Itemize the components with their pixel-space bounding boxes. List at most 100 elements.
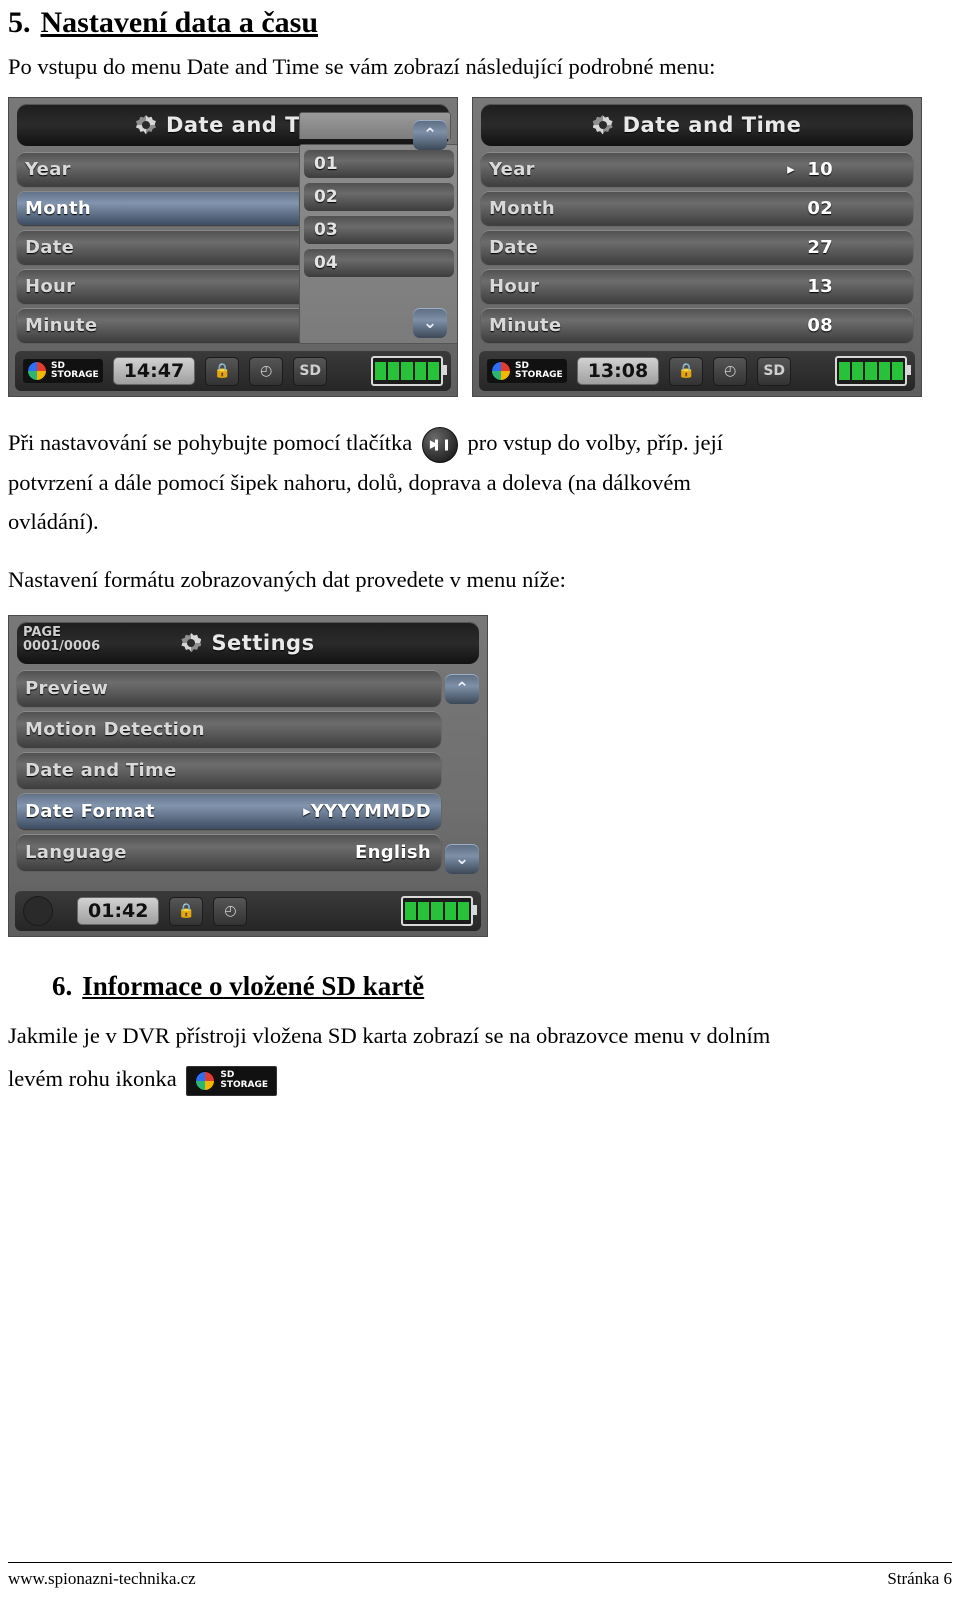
menu-row-minute-right[interactable]: Minute 08 bbox=[481, 308, 913, 343]
timer-icon: ◴ bbox=[713, 356, 748, 386]
sd-disc-icon bbox=[491, 361, 511, 382]
menu-row-value: 10 bbox=[807, 158, 833, 180]
section-6-heading: 6. Informace o vložené SD kartě bbox=[8, 971, 948, 1002]
footer-website: www.spionazni-technika.cz bbox=[8, 1569, 196, 1588]
popup-item[interactable]: 04 bbox=[304, 248, 454, 278]
battery-icon bbox=[401, 896, 477, 927]
status-bar-left: SD STORAGE 14:47 🔒 ◴ SD bbox=[15, 351, 451, 392]
menu-row-label: Language bbox=[25, 841, 127, 863]
menu-row-label: Month bbox=[489, 197, 556, 219]
section-5-heading: 5. Nastavení data a času bbox=[8, 6, 948, 41]
menu-row-language[interactable]: Language English bbox=[17, 834, 441, 871]
title-bar-right: Date and Time bbox=[481, 104, 913, 147]
menu-row-label: Preview bbox=[25, 677, 109, 699]
menu-row-year-right[interactable]: Year ▸ 10 bbox=[481, 152, 913, 187]
sd-card-icon: SD bbox=[757, 356, 792, 386]
sd-storage-label-line2: STORAGE bbox=[220, 1079, 269, 1090]
sd-storage-badge: SD STORAGE bbox=[487, 359, 567, 384]
lock-icon: 🔒 bbox=[205, 356, 240, 386]
page-footer: www.spionazni-technika.cz Stránka 6 bbox=[8, 1562, 952, 1589]
menu-row-hour-right[interactable]: Hour 13 bbox=[481, 269, 913, 304]
menu-row-date-format[interactable]: Date Format ▸ YYYYMMDD bbox=[17, 793, 441, 830]
section-6-title: Informace o vložené SD kartě bbox=[82, 971, 425, 1002]
scroll-up-icon[interactable]: ⌃ bbox=[413, 120, 447, 151]
sd-storage-label-line2: STORAGE bbox=[515, 370, 563, 381]
menu-row-motion-detection[interactable]: Motion Detection bbox=[17, 711, 441, 748]
section-6-line-2-wrapper: levém rohu ikonka SD STORAGE bbox=[8, 1063, 948, 1096]
menu-row-value: English bbox=[355, 841, 431, 863]
scroll-up-icon[interactable]: ⌃ bbox=[445, 674, 479, 705]
menu-row-label: Year bbox=[25, 158, 71, 180]
status-bar-settings: 01:42 🔒 ◴ bbox=[15, 891, 481, 932]
date-and-time-menu-right: Date and Time Year ▸ 10 Month 02 Date 27 bbox=[472, 97, 922, 398]
lock-icon: 🔒 bbox=[669, 356, 704, 386]
scroll-down-icon[interactable]: ⌄ bbox=[445, 844, 479, 875]
menu-row-date-right[interactable]: Date 27 bbox=[481, 230, 913, 265]
scroll-down-icon[interactable]: ⌄ bbox=[413, 308, 447, 339]
middle-instructions: Při nastavování se pohybujte pomocí tlač… bbox=[8, 423, 948, 599]
sd-storage-label-line2: STORAGE bbox=[51, 370, 99, 381]
sd-disc-icon bbox=[27, 361, 47, 382]
section-5-number: 5. bbox=[8, 6, 31, 39]
menu-row-label: Date and Time bbox=[25, 759, 177, 781]
instruction-line-1: Při nastavování se pohybujte pomocí tlač… bbox=[8, 423, 948, 463]
record-indicator-icon bbox=[23, 896, 53, 927]
menu-row-label: Hour bbox=[489, 275, 540, 297]
timer-icon: ◴ bbox=[213, 896, 248, 926]
page-indicator: PAGE 0001/0006 bbox=[23, 626, 100, 653]
instruction-line-1-part-2: pro vstup do volby, příp. její bbox=[467, 430, 723, 456]
status-clock-settings: 01:42 bbox=[77, 897, 160, 926]
menu-title-settings: Settings bbox=[211, 631, 315, 656]
caret-right-icon: ▸ bbox=[787, 160, 795, 179]
sd-storage-label: SD STORAGE bbox=[51, 361, 99, 381]
popup-item[interactable]: 03 bbox=[304, 215, 454, 245]
document-page: 5. Nastavení data a času Po vstupu do me… bbox=[0, 0, 960, 1599]
menu-row-value: 02 bbox=[807, 197, 833, 219]
instruction-line-2: potvrzení a dále pomocí šipek nahoru, do… bbox=[8, 469, 691, 495]
instruction-line-3: ovládání). bbox=[8, 509, 99, 535]
gear-icon bbox=[136, 115, 156, 135]
menu-title-right: Date and Time bbox=[622, 113, 802, 138]
sd-disc-icon bbox=[195, 1070, 216, 1091]
menu-row-label: Motion Detection bbox=[25, 718, 205, 740]
page-indicator-value: 0001/0006 bbox=[23, 638, 101, 654]
sd-card-icon: SD bbox=[293, 356, 328, 386]
lock-icon: 🔒 bbox=[169, 896, 204, 926]
menu-row-value: 13 bbox=[807, 275, 833, 297]
menu-row-value: YYYYMMDD bbox=[310, 800, 431, 822]
section-5-intro: Po vstupu do menu Date and Time se vám z… bbox=[8, 53, 716, 79]
status-clock-left: 14:47 bbox=[112, 357, 196, 386]
menu-row-label: Hour bbox=[25, 275, 76, 297]
menu-row-value: 27 bbox=[807, 236, 833, 258]
menu-row-label: Minute bbox=[489, 314, 562, 336]
timer-icon: ◴ bbox=[249, 356, 284, 386]
menu-row-value: 08 bbox=[807, 314, 833, 336]
gear-icon bbox=[181, 633, 201, 653]
menu-rows-settings: Preview Motion Detection Date and Time D… bbox=[17, 670, 441, 875]
section-6-number: 6. bbox=[52, 971, 73, 1002]
settings-menu: Settings PAGE 0001/0006 Preview Motion D… bbox=[8, 615, 488, 938]
menu-rows-right: Year ▸ 10 Month 02 Date 27 Hour 13 Minut… bbox=[481, 152, 913, 347]
instruction-line-1-part-1: Při nastavování se pohybujte pomocí tlač… bbox=[8, 430, 413, 456]
gear-icon bbox=[593, 115, 613, 135]
sd-storage-icon: SD STORAGE bbox=[186, 1065, 278, 1096]
menu-row-label: Month bbox=[25, 197, 92, 219]
menu-row-month-right[interactable]: Month 02 bbox=[481, 191, 913, 226]
menu-row-label: Year bbox=[489, 158, 535, 180]
menu-row-label: Date Format bbox=[25, 800, 155, 822]
instruction-line-4: Nastavení formátu zobrazovaných dat prov… bbox=[8, 566, 566, 592]
menu-row-preview[interactable]: Preview bbox=[17, 670, 441, 707]
popup-item[interactable]: 02 bbox=[304, 182, 454, 212]
screenshot-row: Date and Tim Year Month ▸ Date Hour bbox=[8, 97, 948, 398]
menu-row-label: Minute bbox=[25, 314, 98, 336]
battery-icon bbox=[371, 356, 447, 387]
page-content: 5. Nastavení data a času Po vstupu do me… bbox=[8, 0, 948, 1096]
sd-storage-label: SD STORAGE bbox=[515, 361, 563, 381]
menu-row-date-and-time[interactable]: Date and Time bbox=[17, 752, 441, 789]
battery-icon bbox=[835, 356, 911, 387]
popup-item[interactable]: 01 bbox=[304, 149, 454, 179]
status-clock-right: 13:08 bbox=[576, 357, 660, 386]
play-pause-button-icon bbox=[421, 426, 458, 463]
sd-storage-badge: SD STORAGE bbox=[23, 359, 103, 384]
sd-storage-label: SD STORAGE bbox=[220, 1070, 269, 1090]
